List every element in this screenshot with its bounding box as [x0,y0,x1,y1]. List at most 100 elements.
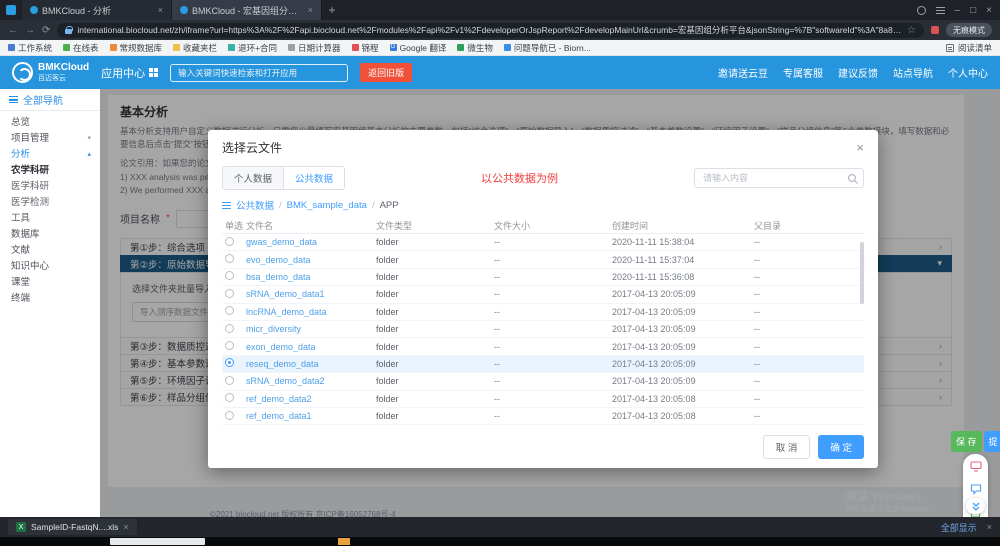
file-name-link[interactable]: evo_demo_data [246,255,376,265]
file-name-link[interactable]: reseq_demo_data [246,359,376,369]
sidebar-item-literature[interactable]: 文献 [0,244,100,258]
dismiss-download-icon[interactable]: × [123,522,128,532]
table-scrollbar[interactable] [860,242,864,304]
table-row[interactable]: sRNA_demo_data2folder--2017-04-13 20:05:… [222,373,864,390]
radio-button[interactable] [225,271,234,280]
tab-personal-data[interactable]: 个人数据 [223,167,284,189]
bookmark-item[interactable]: 日期计算器 [288,42,341,54]
table-row[interactable]: gwas_demo_datafolder--2020-11-11 15:38:0… [222,234,864,251]
bookmark-star-icon[interactable]: ☆ [907,25,916,36]
bookmark-item[interactable]: 微生物 [457,42,493,54]
close-download-bar-icon[interactable]: × [987,522,992,532]
sidebar-item-agri[interactable]: 农学科研 [0,164,100,178]
sidebar-item-tools[interactable]: 工具 [0,212,100,226]
table-row[interactable]: exon_demo_datafolder--2017-04-13 20:05:0… [222,338,864,355]
user-icon[interactable] [917,6,926,15]
table-row-selected[interactable]: reseq_demo_datafolder--2017-04-13 20:05:… [222,356,864,373]
legacy-version-button[interactable]: 返回旧版 [360,63,412,82]
save-button[interactable]: 保 存 [951,431,982,452]
maximize-icon[interactable]: □ [970,5,976,16]
table-row[interactable]: micr_diversityfolder--2017-04-13 20:05:0… [222,321,864,338]
breadcrumb-root[interactable]: 公共数据 [236,198,274,212]
refresh-icon[interactable]: ⟳ [42,25,50,36]
sidebar-item-med-test[interactable]: 医学检测 [0,196,100,210]
bookmark-item[interactable]: 收藏夹栏 [173,42,217,54]
app-center-menu[interactable]: 应用中心 [101,65,158,81]
radio-button[interactable] [225,393,234,402]
radio-button[interactable] [225,254,234,263]
table-row[interactable]: ref_demo_data1folder--2017-04-13 20:05:0… [222,408,864,425]
link-invite[interactable]: 邀请送云豆 [718,65,768,80]
submit-button[interactable]: 提 交 [984,431,1000,452]
radio-button[interactable] [225,306,234,315]
cancel-button[interactable]: 取 消 [763,435,811,459]
sidebar-item-classroom[interactable]: 课堂 [0,276,100,290]
back-icon[interactable]: ← [8,25,18,36]
sidebar-all-nav[interactable]: 全部导航 [0,89,100,111]
table-row[interactable]: sRNA_demo_data1folder--2017-04-13 20:05:… [222,286,864,303]
show-all-downloads-link[interactable]: 全部显示 [941,521,977,534]
radio-button[interactable] [225,411,234,420]
dialog-close-icon[interactable]: × [856,141,864,154]
sidebar-item-database[interactable]: 数据库 [0,228,100,242]
file-name-link[interactable]: lncRNA_demo_data [246,307,376,317]
link-support[interactable]: 专属客服 [783,65,823,80]
sidebar-item-knowledge[interactable]: 知识中心 [0,260,100,274]
new-tab-button[interactable]: + [322,3,342,17]
search-icon[interactable] [847,172,859,190]
menu-icon[interactable] [936,7,945,14]
radio-button[interactable] [225,376,234,385]
sidebar-item-analysis[interactable]: 分析▴ [0,148,100,162]
sidebar-item-project-mgmt[interactable]: 项目管理▾ [0,132,100,146]
sidebar-item-overview[interactable]: 总览 [0,116,100,130]
breadcrumb-folder[interactable]: BMK_sample_data [287,200,367,211]
file-name-link[interactable]: sRNA_demo_data2 [246,376,376,386]
app-search-input[interactable] [170,64,348,82]
tab-close-icon[interactable]: × [308,5,313,15]
radio-button[interactable] [225,341,234,350]
table-row[interactable]: ref_demo_data2folder--2017-04-13 20:05:0… [222,391,864,408]
table-row[interactable]: evo_demo_datafolder--2020-11-11 15:37:04… [222,251,864,268]
taskbar-search-box[interactable] [110,538,205,545]
monitor-icon[interactable] [970,459,982,477]
link-sitemap[interactable]: 站点导航 [893,65,933,80]
link-feedback[interactable]: 建议反馈 [838,65,878,80]
extension-icon[interactable] [931,26,939,34]
taskbar-app-icon[interactable] [338,538,350,545]
file-name-link[interactable]: bsa_demo_data [246,272,376,282]
file-name-link[interactable]: ref_demo_data2 [246,394,376,404]
bookmark-item[interactable]: GGoogle 翻译 [390,42,447,54]
radio-button[interactable] [225,324,234,333]
radio-button[interactable] [225,358,234,367]
bookmark-item[interactable]: 退环+合同 [228,42,277,54]
forward-icon[interactable]: → [25,25,35,36]
bookmark-item[interactable]: 在线表 [63,42,99,54]
minimize-icon[interactable]: – [955,5,961,16]
link-account[interactable]: 个人中心 [948,65,988,80]
bookmark-item[interactable]: 工作系统 [8,42,52,54]
file-name-link[interactable]: ref_demo_data1 [246,411,376,421]
radio-button[interactable] [225,237,234,246]
sidebar-item-medical[interactable]: 医学科研 [0,180,100,194]
reading-list-button[interactable]: 阅读清单 [946,42,992,54]
confirm-button[interactable]: 确 定 [818,435,864,459]
file-name-link[interactable]: gwas_demo_data [246,237,376,247]
browser-tab-2-active[interactable]: BMKCloud - 宏基因组分析平台 × [172,0,322,20]
table-row[interactable]: lncRNA_demo_datafolder--2017-04-13 20:05… [222,304,864,321]
collapse-chevrons-button[interactable] [966,498,985,514]
file-name-link[interactable]: exon_demo_data [246,342,376,352]
browser-tab-1[interactable]: BMKCloud - 分析 × [22,0,172,20]
file-name-link[interactable]: sRNA_demo_data1 [246,289,376,299]
tab-close-icon[interactable]: × [158,5,163,15]
bookmark-item[interactable]: 锦程 [352,42,379,54]
radio-button[interactable] [225,289,234,298]
table-row[interactable]: bsa_demo_datafolder--2020-11-11 15:36:08… [222,269,864,286]
bmkcloud-logo[interactable]: BMKCloud 百迈客云 [12,62,89,84]
close-icon[interactable]: × [986,5,992,16]
sidebar-item-terminal[interactable]: 终端 [0,292,100,306]
url-field[interactable]: international.biocloud.net/zh/iframe?url… [57,23,924,38]
bookmark-item[interactable]: 问题导航已 - Biorn... [504,42,591,54]
file-search-input[interactable] [694,168,864,188]
tab-public-data[interactable]: 公共数据 [284,167,344,189]
bookmark-item[interactable]: 常规数据库 [110,42,163,54]
